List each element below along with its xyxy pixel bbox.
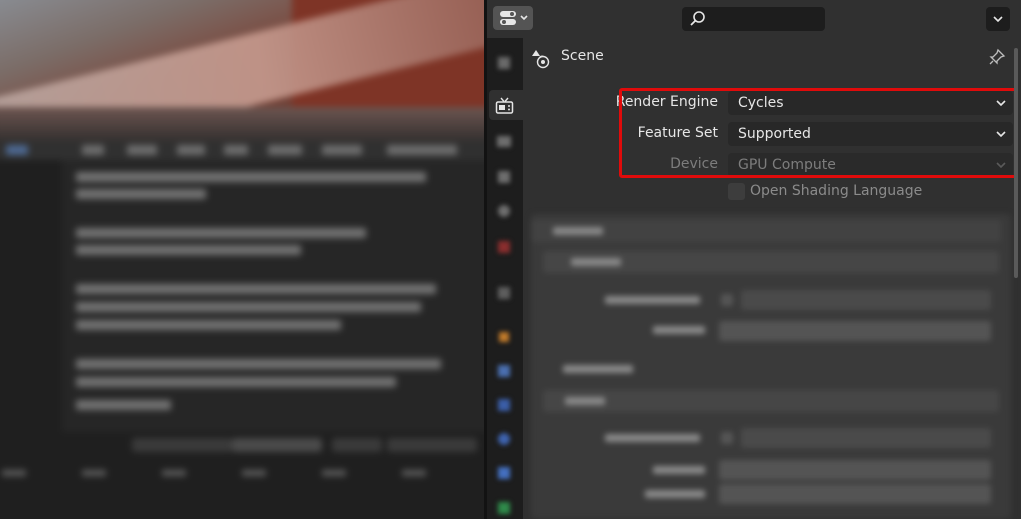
properties-editor-icon [500,11,528,25]
tab-data[interactable] [489,493,519,519]
feature-set-value: Supported [738,126,811,142]
tab-modifier[interactable] [489,356,519,386]
constraints-icon [498,467,510,479]
timeline-area [0,432,484,519]
feature-set-dropdown[interactable]: Supported [728,122,1013,146]
search-input[interactable] [682,7,825,31]
render-subpanel-header [543,390,999,412]
context-breadcrumb: Scene [531,44,1011,70]
viewport-image [0,0,484,142]
tool-icon [498,57,510,69]
output-icon [497,136,511,147]
data-icon [498,502,510,514]
tab-render[interactable] [489,90,523,120]
tab-constraints[interactable] [489,458,519,488]
tab-collection[interactable] [489,278,519,308]
world-icon [498,241,510,253]
device-dropdown[interactable]: GPU Compute [728,153,1013,177]
search-icon [690,11,705,26]
open-shading-language-checkbox[interactable] [728,183,745,200]
tab-object[interactable] [489,322,519,352]
scene-icon [532,50,550,69]
properties-editor: Scene Render Engine Cycles Feature Set S… [487,0,1021,519]
properties-tab-strip [487,38,523,519]
tab-view-layer[interactable] [489,162,519,192]
scrollbar[interactable] [1014,48,1018,278]
modifier-icon [498,365,510,377]
device-value: GPU Compute [738,157,836,173]
context-label: Scene [561,48,604,64]
tab-scene[interactable] [489,196,519,226]
view-layer-icon [498,171,510,183]
render-icon [495,97,514,114]
particles-icon [498,399,510,411]
tab-physics[interactable] [489,424,519,454]
properties-header [487,0,1021,38]
tab-particles[interactable] [489,390,519,420]
blender-window: Scene Render Engine Cycles Feature Set S… [0,0,1021,519]
chevron-down-icon [996,131,1006,138]
chevron-down-icon [993,16,1003,23]
open-shading-language-label: Open Shading Language [750,183,923,199]
left-workspace-area [0,0,484,519]
collection-icon [498,287,510,299]
render-engine-value: Cycles [738,95,784,111]
options-dropdown-button[interactable] [986,7,1010,31]
text-editor-header [0,142,484,160]
physics-icon [498,433,510,445]
tab-output[interactable] [489,126,519,156]
blurred-background [0,0,484,519]
pin-icon[interactable] [988,48,1006,66]
tab-world[interactable] [489,232,519,262]
object-icon [499,332,509,342]
chevron-down-icon [996,162,1006,169]
scene-icon [498,205,510,217]
device-label: Device [670,156,718,172]
chevron-down-icon [996,100,1006,107]
tab-tool[interactable] [489,48,519,78]
feature-set-label: Feature Set [637,125,718,141]
blurred-panels [523,210,1021,519]
render-engine-dropdown[interactable]: Cycles [728,91,1013,115]
editor-type-button[interactable] [493,6,533,30]
render-engine-label: Render Engine [615,94,718,110]
text-editor-area [0,142,484,442]
